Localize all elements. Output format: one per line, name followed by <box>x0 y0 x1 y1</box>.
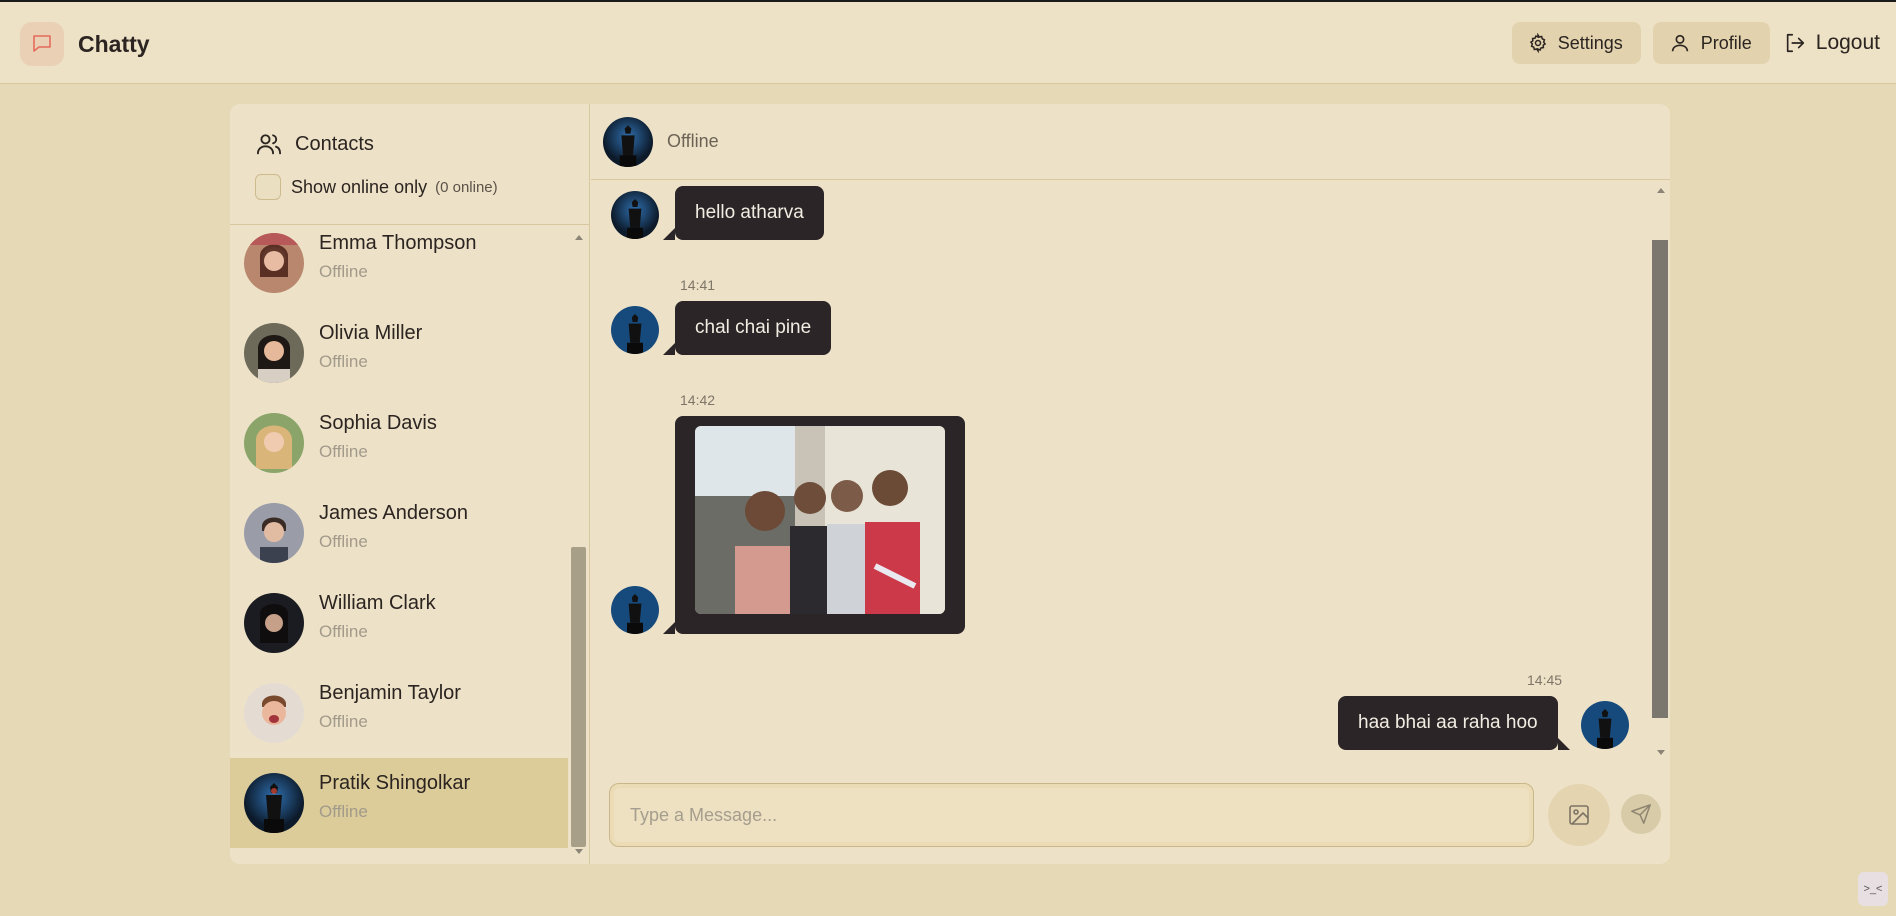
contact-item[interactable]: Emma Thompson Offline <box>230 226 568 308</box>
brand[interactable]: Chatty <box>20 22 150 66</box>
settings-button[interactable]: Settings <box>1511 22 1641 64</box>
logout-button[interactable]: Logout <box>1774 22 1880 64</box>
avatar <box>244 233 304 293</box>
contacts-heading: Contacts <box>255 130 374 158</box>
avatar <box>244 773 304 833</box>
send-button[interactable] <box>1621 794 1661 834</box>
logout-icon <box>1786 33 1804 53</box>
devtools-widget-icon[interactable]: >_< <box>1858 872 1888 906</box>
contact-status: Offline <box>319 262 368 281</box>
message-bubble: chal chai pine <box>662 301 832 355</box>
contact-name: Benjamin Taylor <box>319 682 461 704</box>
app-name: Chatty <box>78 30 150 57</box>
own-avatar <box>1581 701 1629 749</box>
contact-status: Offline <box>319 352 368 371</box>
message-input[interactable] <box>609 783 1534 847</box>
chat-scroll-down-icon[interactable] <box>1657 750 1665 755</box>
contact-name: Pratik Shingolkar <box>319 772 471 794</box>
contact-name: James Anderson <box>319 502 468 524</box>
nav-actions: Settings Profile Logout <box>1500 22 1880 64</box>
avatar <box>244 593 304 653</box>
shared-photo[interactable] <box>695 426 945 614</box>
sidebar-header: Contacts Show online only (0 online) <box>230 104 590 225</box>
contact-name: Sophia Davis <box>319 412 437 434</box>
scroll-up-arrow-icon[interactable] <box>575 235 583 240</box>
chat-header: Offline <box>591 104 1670 180</box>
contact-item[interactable]: Benjamin Taylor Offline <box>230 668 568 758</box>
message-bubble-sent: haa bhai aa raha hoo <box>1338 696 1570 750</box>
avatar <box>244 503 304 563</box>
gear-icon <box>1529 33 1546 53</box>
sender-avatar <box>611 306 659 354</box>
attach-image-button[interactable] <box>1548 784 1610 846</box>
chat-panel: Offline hello atharva 14:41 chal chai pi… <box>591 104 1670 864</box>
avatar <box>244 683 304 743</box>
chat-scroll-thumb[interactable] <box>1652 240 1668 718</box>
image-message-bubble <box>663 416 965 634</box>
image-icon <box>1569 805 1589 825</box>
contact-item[interactable]: Sophia Davis Offline <box>230 398 568 488</box>
contact-list: Emma Thompson Offline Olivia Miller Offl… <box>230 226 570 854</box>
chat-container: Contacts Show online only (0 online) Emm… <box>230 104 1670 864</box>
top-navbar: Chatty Settings Profile Logout <box>0 2 1896 84</box>
avatar <box>244 413 304 473</box>
sender-avatar <box>611 586 659 634</box>
contacts-sidebar: Contacts Show online only (0 online) Emm… <box>230 104 590 864</box>
contact-name: Emma Thompson <box>319 232 477 254</box>
chat-contact-avatar <box>603 117 653 167</box>
online-count: (0 online) <box>435 178 498 196</box>
user-icon <box>1671 34 1688 52</box>
contact-item-active[interactable]: Pratik Shingolkar Offline <box>230 758 568 848</box>
show-online-filter[interactable]: Show online only (0 online) <box>255 174 498 200</box>
chat-scroll-up-icon[interactable] <box>1657 188 1665 193</box>
contact-status: Offline <box>319 712 368 731</box>
message-composer <box>591 764 1670 864</box>
contact-status: Offline <box>319 442 368 461</box>
contact-name: William Clark <box>319 592 436 614</box>
contact-status: Offline <box>319 622 368 641</box>
message-time: 14:45 <box>1527 672 1563 688</box>
contact-status: Offline <box>319 802 368 821</box>
contact-item[interactable]: James Anderson Offline <box>230 488 568 578</box>
chat-bubble-icon <box>20 22 64 66</box>
contact-item[interactable]: Olivia Miller Offline <box>230 308 568 398</box>
logout-label: Logout <box>1815 31 1880 54</box>
scroll-down-arrow-icon[interactable] <box>575 849 583 854</box>
show-online-checkbox[interactable] <box>255 174 281 200</box>
profile-button[interactable]: Profile <box>1652 22 1770 64</box>
profile-label: Profile <box>1700 32 1752 53</box>
message-time: 14:41 <box>680 277 716 293</box>
avatar <box>244 323 304 383</box>
contact-status: Offline <box>319 532 368 551</box>
chat-contact-status: Offline <box>667 131 719 151</box>
show-online-label: Show online only <box>291 176 428 197</box>
send-icon <box>1631 804 1651 824</box>
contacts-title: Contacts <box>295 132 374 155</box>
message-bubble: hello atharva <box>663 186 824 240</box>
message-list: hello atharva 14:41 chal chai pine 14:42 <box>591 181 1670 759</box>
contacts-scroll-thumb[interactable] <box>571 547 586 847</box>
settings-label: Settings <box>1557 32 1623 53</box>
contact-item[interactable]: William Clark Offline <box>230 578 568 668</box>
message-time: 14:42 <box>680 392 716 408</box>
users-icon <box>256 134 282 155</box>
sender-avatar <box>611 191 659 239</box>
contact-name: Olivia Miller <box>319 322 423 344</box>
